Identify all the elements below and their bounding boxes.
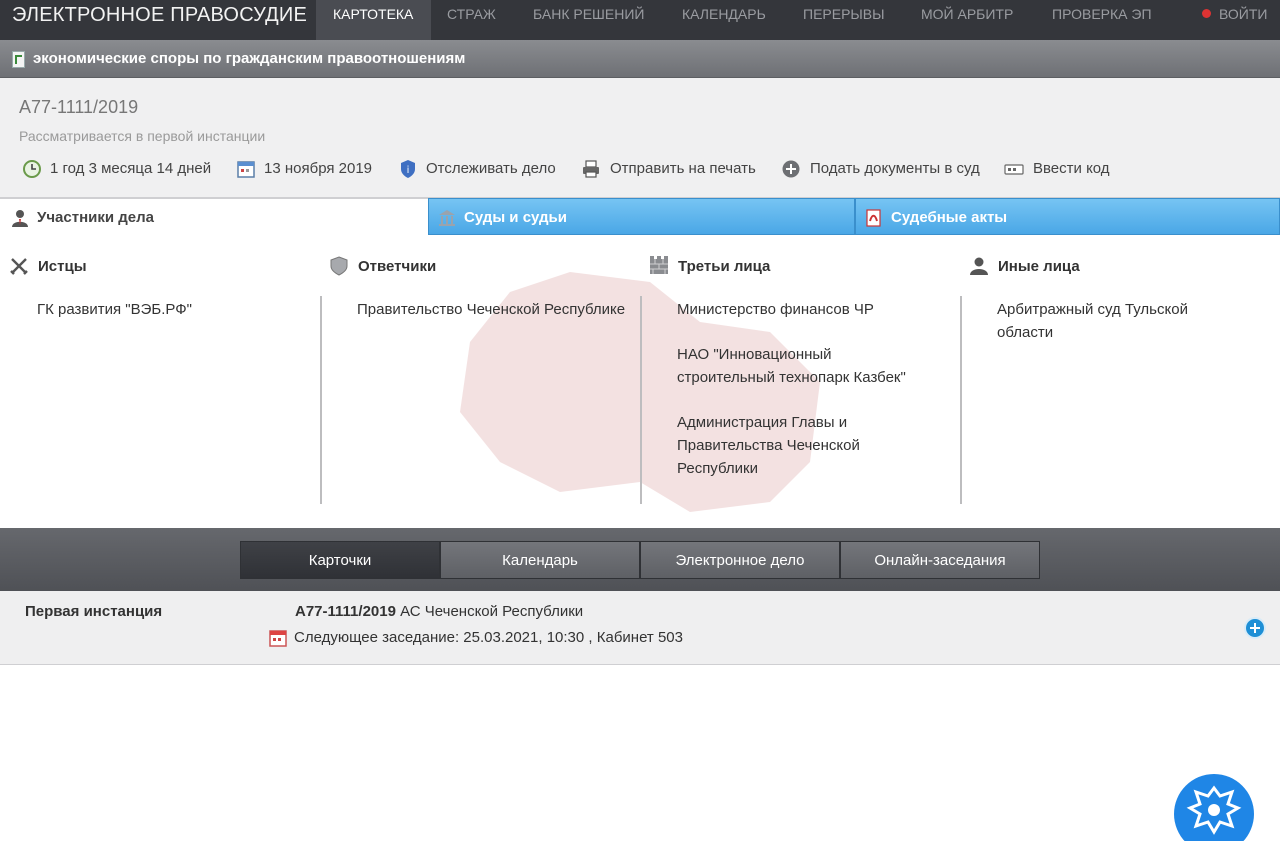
nav-item-proverka-ep[interactable]: ПРОВЕРКА ЭП xyxy=(1052,0,1152,40)
calendar-icon xyxy=(269,630,287,647)
next-hearing: Следующее заседание: 25.03.2021, 10:30 ,… xyxy=(294,629,683,646)
tab-court-acts[interactable]: Судебные акты xyxy=(855,198,1280,235)
case-status: Рассматривается в первой инстанции xyxy=(19,128,266,144)
defendants-list: Правительство Чеченской Республике xyxy=(357,298,627,343)
defendants-column: Ответчики Правительство Чеченской Респуб… xyxy=(320,236,640,528)
column-divider xyxy=(640,296,642,504)
shield-icon xyxy=(330,256,348,276)
plaintiffs-column: Истцы ГК развития "ВЭБ.РФ" xyxy=(0,236,320,528)
nav-item-moy-arbitr[interactable]: МОЙ АРБИТР xyxy=(921,0,1013,40)
instance-case[interactable]: А77-1111/2019 АС Чеченской Республики xyxy=(295,603,583,620)
nav-item-pereryvy[interactable]: ПЕРЕРЫВЫ xyxy=(803,0,885,40)
third-parties-heading: Третьи лица xyxy=(678,258,771,275)
category-bar: экономические споры по гражданским право… xyxy=(0,40,1280,78)
case-number: А77-1111/2019 xyxy=(19,97,139,117)
list-item[interactable]: Администрация Главы и Правительства Чече… xyxy=(677,411,927,480)
list-item[interactable]: Арбитражный суд Тульской области xyxy=(997,298,1237,344)
shield-icon: i xyxy=(401,160,415,178)
tab-participants[interactable]: Участники дела xyxy=(0,198,428,235)
top-nav: ЭЛЕКТРОННОЕ ПРАВОСУДИЕ КАРТОТЕКА СТРАЖ Б… xyxy=(0,0,1280,40)
clock-icon xyxy=(23,160,41,178)
user-icon xyxy=(12,210,28,227)
tab-cards[interactable]: Карточки xyxy=(240,541,440,579)
keyboard-icon xyxy=(1004,164,1024,175)
instance-court: АС Чеченской Республики xyxy=(400,603,584,620)
list-item[interactable]: ГК развития "ВЭБ.РФ" xyxy=(37,298,307,321)
courthouse-icon xyxy=(439,210,455,226)
plaintiffs-heading: Истцы xyxy=(38,258,87,275)
category-title: экономические споры по гражданским право… xyxy=(33,50,466,67)
crossed-swords-icon xyxy=(10,258,28,275)
plus-circle-icon xyxy=(782,160,800,178)
tab-calendar[interactable]: Календарь xyxy=(440,541,640,579)
status-dot-icon xyxy=(1202,9,1211,18)
pdf-icon xyxy=(866,209,881,227)
calendar-icon xyxy=(237,161,255,178)
nav-item-kartoteka[interactable]: КАРТОТЕКА xyxy=(316,0,431,40)
instance-row: Первая инстанция А77-1111/2019 АС Чеченс… xyxy=(0,591,1280,665)
other-persons-list: Арбитражный суд Тульской области xyxy=(997,298,1237,366)
list-item[interactable]: Министерство финансов ЧР xyxy=(677,298,927,321)
tab-courts-judges[interactable]: Суды и судьи xyxy=(428,198,855,235)
nav-item-bank-resheniy[interactable]: БАНК РЕШЕНИЙ xyxy=(533,0,644,40)
nav-item-calendar[interactable]: КАЛЕНДАРЬ xyxy=(682,0,766,40)
eagle-emblem-icon xyxy=(1186,785,1242,835)
other-persons-column: Иные лица Арбитражный суд Тульской облас… xyxy=(960,236,1280,528)
instance-label: Первая инстанция xyxy=(25,603,163,620)
defendants-heading: Ответчики xyxy=(358,258,437,275)
case-header: А77-1111/2019 Рассматривается в первой и… xyxy=(0,78,1280,198)
third-parties-list: Министерство финансов ЧР НАО "Инновацион… xyxy=(677,298,927,502)
emblem-badge[interactable] xyxy=(1174,774,1254,841)
third-parties-column: Третьи лица Министерство финансов ЧР НАО… xyxy=(640,236,960,528)
case-view-bar: Карточки Календарь Электронное дело Онла… xyxy=(0,528,1280,591)
column-divider xyxy=(960,296,962,504)
login-label: ВОЙТИ xyxy=(1219,6,1268,22)
participants-panel: Истцы ГК развития "ВЭБ.РФ" Ответчики Пра… xyxy=(0,236,1280,528)
column-divider xyxy=(320,296,322,504)
expand-instance-button[interactable] xyxy=(1244,617,1266,639)
plaintiffs-list: ГК развития "ВЭБ.РФ" xyxy=(37,298,307,343)
tab-online-hearings[interactable]: Онлайн-заседания xyxy=(840,541,1040,579)
person-icon xyxy=(970,257,988,275)
wall-icon xyxy=(650,256,668,274)
svg-text:i: i xyxy=(407,165,410,176)
other-persons-heading: Иные лица xyxy=(998,258,1080,275)
instance-case-number: А77-1111/2019 xyxy=(295,603,396,620)
tab-electronic-case[interactable]: Электронное дело xyxy=(640,541,840,579)
nav-item-strazh[interactable]: СТРАЖ xyxy=(447,0,496,40)
login-link[interactable]: ВОЙТИ xyxy=(1202,0,1267,40)
list-item[interactable]: Правительство Чеченской Республике xyxy=(357,298,627,321)
brand-title[interactable]: ЭЛЕКТРОННОЕ ПРАВОСУДИЕ xyxy=(12,4,307,27)
printer-icon xyxy=(583,160,599,178)
list-item[interactable]: НАО "Инновационный строительный технопар… xyxy=(677,343,927,389)
document-icon xyxy=(12,51,25,68)
case-tabs: Участники дела Суды и судьи Судебные акт… xyxy=(0,198,1280,236)
